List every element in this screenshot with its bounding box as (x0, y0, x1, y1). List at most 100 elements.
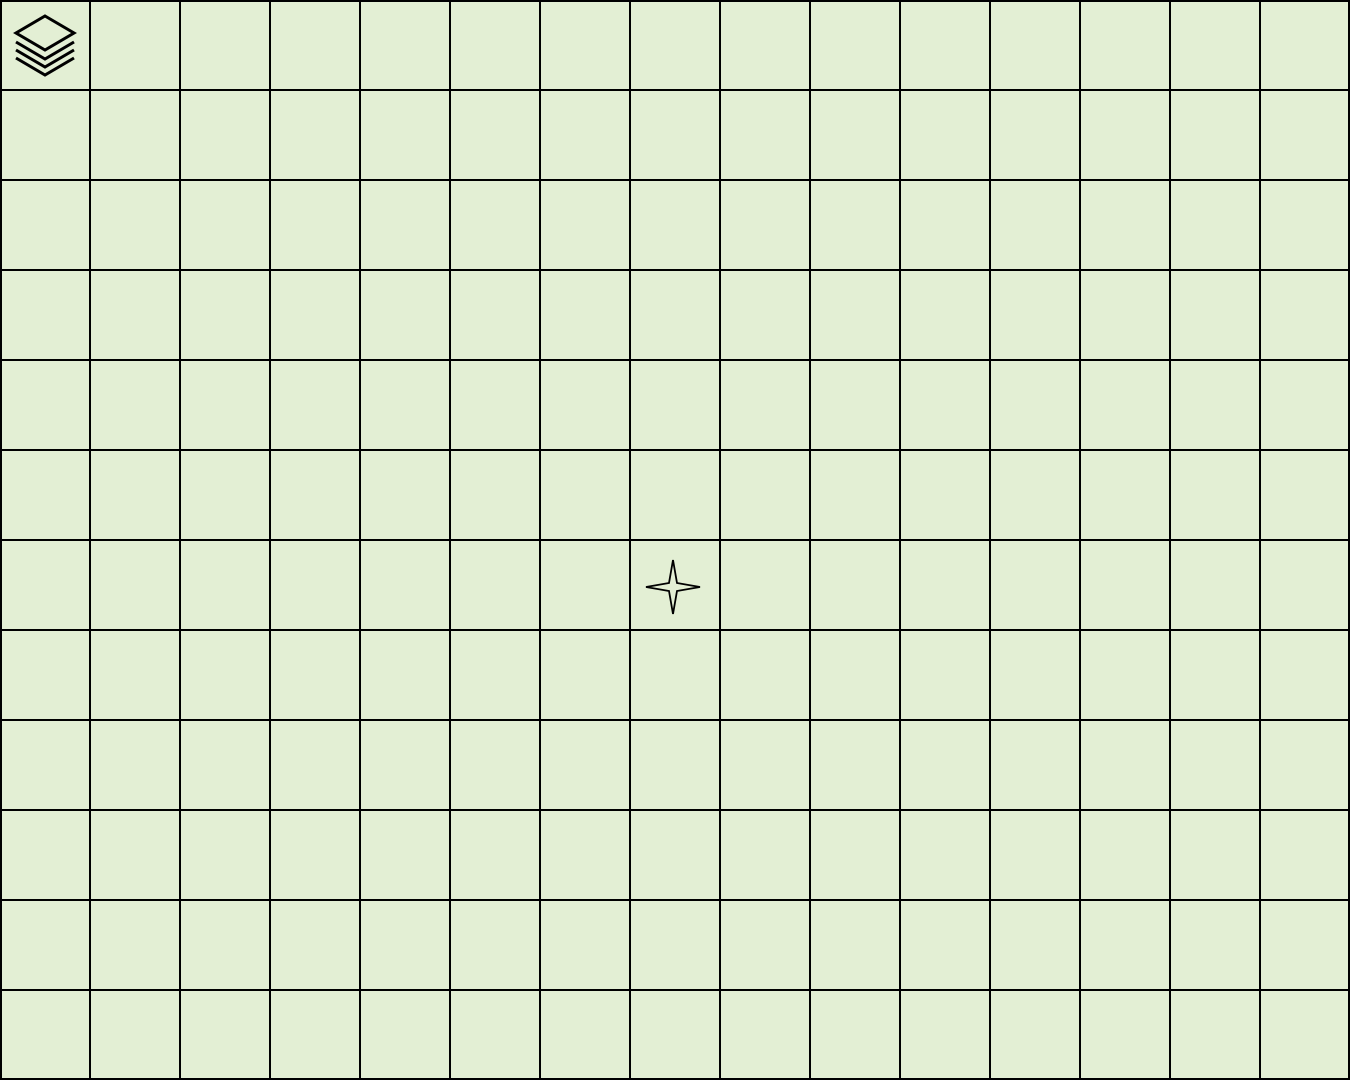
board-cell[interactable] (360, 540, 450, 630)
board-cell[interactable] (270, 990, 360, 1080)
board-cell[interactable] (90, 630, 180, 720)
board-cell[interactable] (450, 810, 540, 900)
board-cell[interactable] (0, 360, 90, 450)
board-cell[interactable] (90, 990, 180, 1080)
board-cell[interactable] (990, 0, 1080, 90)
board-cell[interactable] (1260, 450, 1350, 540)
board-cell[interactable] (90, 90, 180, 180)
board-cell[interactable] (990, 180, 1080, 270)
board-cell[interactable] (450, 540, 540, 630)
board-cell[interactable] (810, 360, 900, 450)
board-cell[interactable] (540, 90, 630, 180)
board-cell[interactable] (720, 450, 810, 540)
board-cell[interactable] (810, 990, 900, 1080)
board-cell[interactable] (900, 900, 990, 990)
board-cell[interactable] (630, 630, 720, 720)
board-cell[interactable] (90, 810, 180, 900)
board-cell[interactable] (180, 450, 270, 540)
board-cell[interactable] (270, 540, 360, 630)
board-cell[interactable] (540, 0, 630, 90)
board-cell[interactable] (1080, 540, 1170, 630)
board-cell[interactable] (630, 450, 720, 540)
board-cell[interactable] (270, 360, 360, 450)
board-cell[interactable] (0, 450, 90, 540)
board-cell[interactable] (0, 810, 90, 900)
board-cell[interactable] (180, 810, 270, 900)
board-cell[interactable] (810, 90, 900, 180)
board-cell[interactable] (360, 180, 450, 270)
board-cell[interactable] (90, 270, 180, 360)
board-cell[interactable] (1170, 540, 1260, 630)
board-cell[interactable] (270, 270, 360, 360)
board-cell[interactable] (1170, 900, 1260, 990)
board-cell[interactable] (720, 900, 810, 990)
board-cell[interactable] (1080, 990, 1170, 1080)
board-cell[interactable] (270, 900, 360, 990)
board-cell[interactable] (540, 900, 630, 990)
board-cell[interactable] (0, 990, 90, 1080)
board-cell[interactable] (0, 540, 90, 630)
board-cell[interactable] (450, 270, 540, 360)
board-cell[interactable] (1260, 720, 1350, 810)
board-cell[interactable] (0, 270, 90, 360)
game-board[interactable] (0, 0, 1350, 1080)
board-cell[interactable] (1080, 180, 1170, 270)
board-cell[interactable] (270, 450, 360, 540)
board-cell[interactable] (1170, 630, 1260, 720)
board-cell[interactable] (720, 810, 810, 900)
board-cell[interactable] (360, 900, 450, 990)
board-cell[interactable] (1260, 900, 1350, 990)
board-cell[interactable] (900, 270, 990, 360)
board-cell[interactable] (540, 180, 630, 270)
board-cell[interactable] (990, 630, 1080, 720)
board-cell[interactable] (180, 720, 270, 810)
board-cell[interactable] (90, 900, 180, 990)
board-cell[interactable] (900, 720, 990, 810)
board-cell[interactable] (180, 900, 270, 990)
board-cell[interactable] (900, 990, 990, 1080)
board-cell[interactable] (1170, 360, 1260, 450)
layers-button[interactable] (10, 10, 80, 80)
board-cell[interactable] (810, 270, 900, 360)
board-cell[interactable] (810, 810, 900, 900)
board-cell[interactable] (810, 900, 900, 990)
board-cell[interactable] (990, 990, 1080, 1080)
board-cell[interactable] (1170, 180, 1260, 270)
board-cell[interactable] (1080, 720, 1170, 810)
board-cell[interactable] (360, 90, 450, 180)
board-cell[interactable] (450, 90, 540, 180)
board-cell[interactable] (720, 360, 810, 450)
board-cell[interactable] (810, 0, 900, 90)
board-cell[interactable] (1170, 450, 1260, 540)
board-cell[interactable] (1170, 0, 1260, 90)
board-cell[interactable] (0, 720, 90, 810)
board-cell[interactable] (900, 450, 990, 540)
board-cell[interactable] (720, 270, 810, 360)
board-cell[interactable] (270, 90, 360, 180)
board-cell[interactable] (1260, 540, 1350, 630)
board-cell[interactable] (180, 360, 270, 450)
board-cell[interactable] (810, 720, 900, 810)
board-cell[interactable] (270, 810, 360, 900)
board-cell[interactable] (1260, 180, 1350, 270)
board-cell[interactable] (90, 180, 180, 270)
board-cell[interactable] (900, 810, 990, 900)
board-cell[interactable] (990, 810, 1080, 900)
board-cell[interactable] (1170, 990, 1260, 1080)
board-cell[interactable] (720, 990, 810, 1080)
board-cell[interactable] (90, 540, 180, 630)
board-cell[interactable] (1260, 270, 1350, 360)
board-cell[interactable] (1080, 900, 1170, 990)
board-cell[interactable] (630, 180, 720, 270)
board-cell[interactable] (90, 0, 180, 90)
board-cell[interactable] (1260, 360, 1350, 450)
board-cell[interactable] (1260, 630, 1350, 720)
board-cell[interactable] (990, 900, 1080, 990)
board-cell[interactable] (720, 90, 810, 180)
board-cell[interactable] (90, 720, 180, 810)
board-cell[interactable] (1080, 0, 1170, 90)
board-cell[interactable] (990, 90, 1080, 180)
board-cell[interactable] (630, 720, 720, 810)
board-cell[interactable] (540, 720, 630, 810)
board-cell[interactable] (180, 0, 270, 90)
